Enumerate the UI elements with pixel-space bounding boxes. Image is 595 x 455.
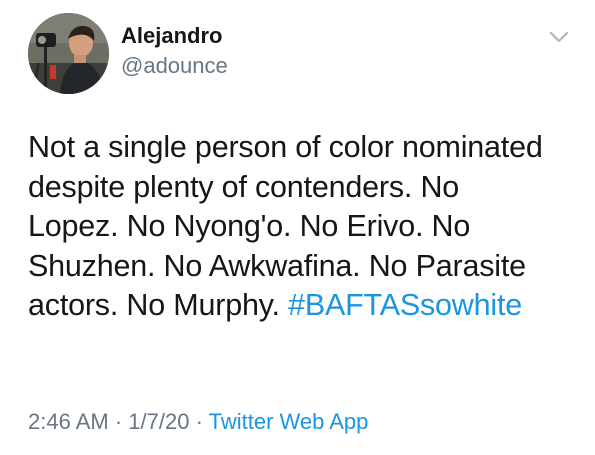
tweet-text: Not a single person of color nominated d…: [28, 128, 578, 326]
author-handle[interactable]: @adounce: [121, 53, 228, 79]
tweet-text-line: Shuzhen. No Awkwafina. No Parasite: [28, 248, 526, 283]
tweet-text-segment: actors. No Murphy.: [28, 288, 289, 322]
source-app-link[interactable]: Twitter Web App: [209, 409, 369, 434]
author-display-name[interactable]: Alejandro: [121, 23, 228, 49]
chevron-down-icon[interactable]: [548, 30, 570, 44]
tweet-text-line: actors. No Murphy. #BAFTASsowhite: [28, 286, 578, 326]
meta-separator: ·: [108, 409, 129, 434]
tweet-time: 2:46 AM: [28, 409, 109, 434]
meta-separator: ·: [189, 409, 209, 434]
avatar[interactable]: [28, 13, 109, 94]
tweet-card: Alejandro @adounce Not a single person o…: [0, 0, 595, 455]
tweet-date: 1/7/20: [128, 409, 190, 434]
tweet-meta: 2:46 AM · 1/7/20 · Twitter Web App: [28, 409, 368, 435]
tweet-text-line: despite plenty of contenders. No: [28, 169, 460, 204]
tweet-text-line: Lopez. No Nyong'o. No Erivo. No: [28, 209, 471, 243]
hashtag-link[interactable]: #BAFTASsowhite: [288, 288, 522, 322]
tweet-text-line: Not a single person of color nominated: [28, 130, 543, 164]
avatar-photo: [28, 13, 109, 94]
author-names: Alejandro @adounce: [121, 23, 228, 79]
